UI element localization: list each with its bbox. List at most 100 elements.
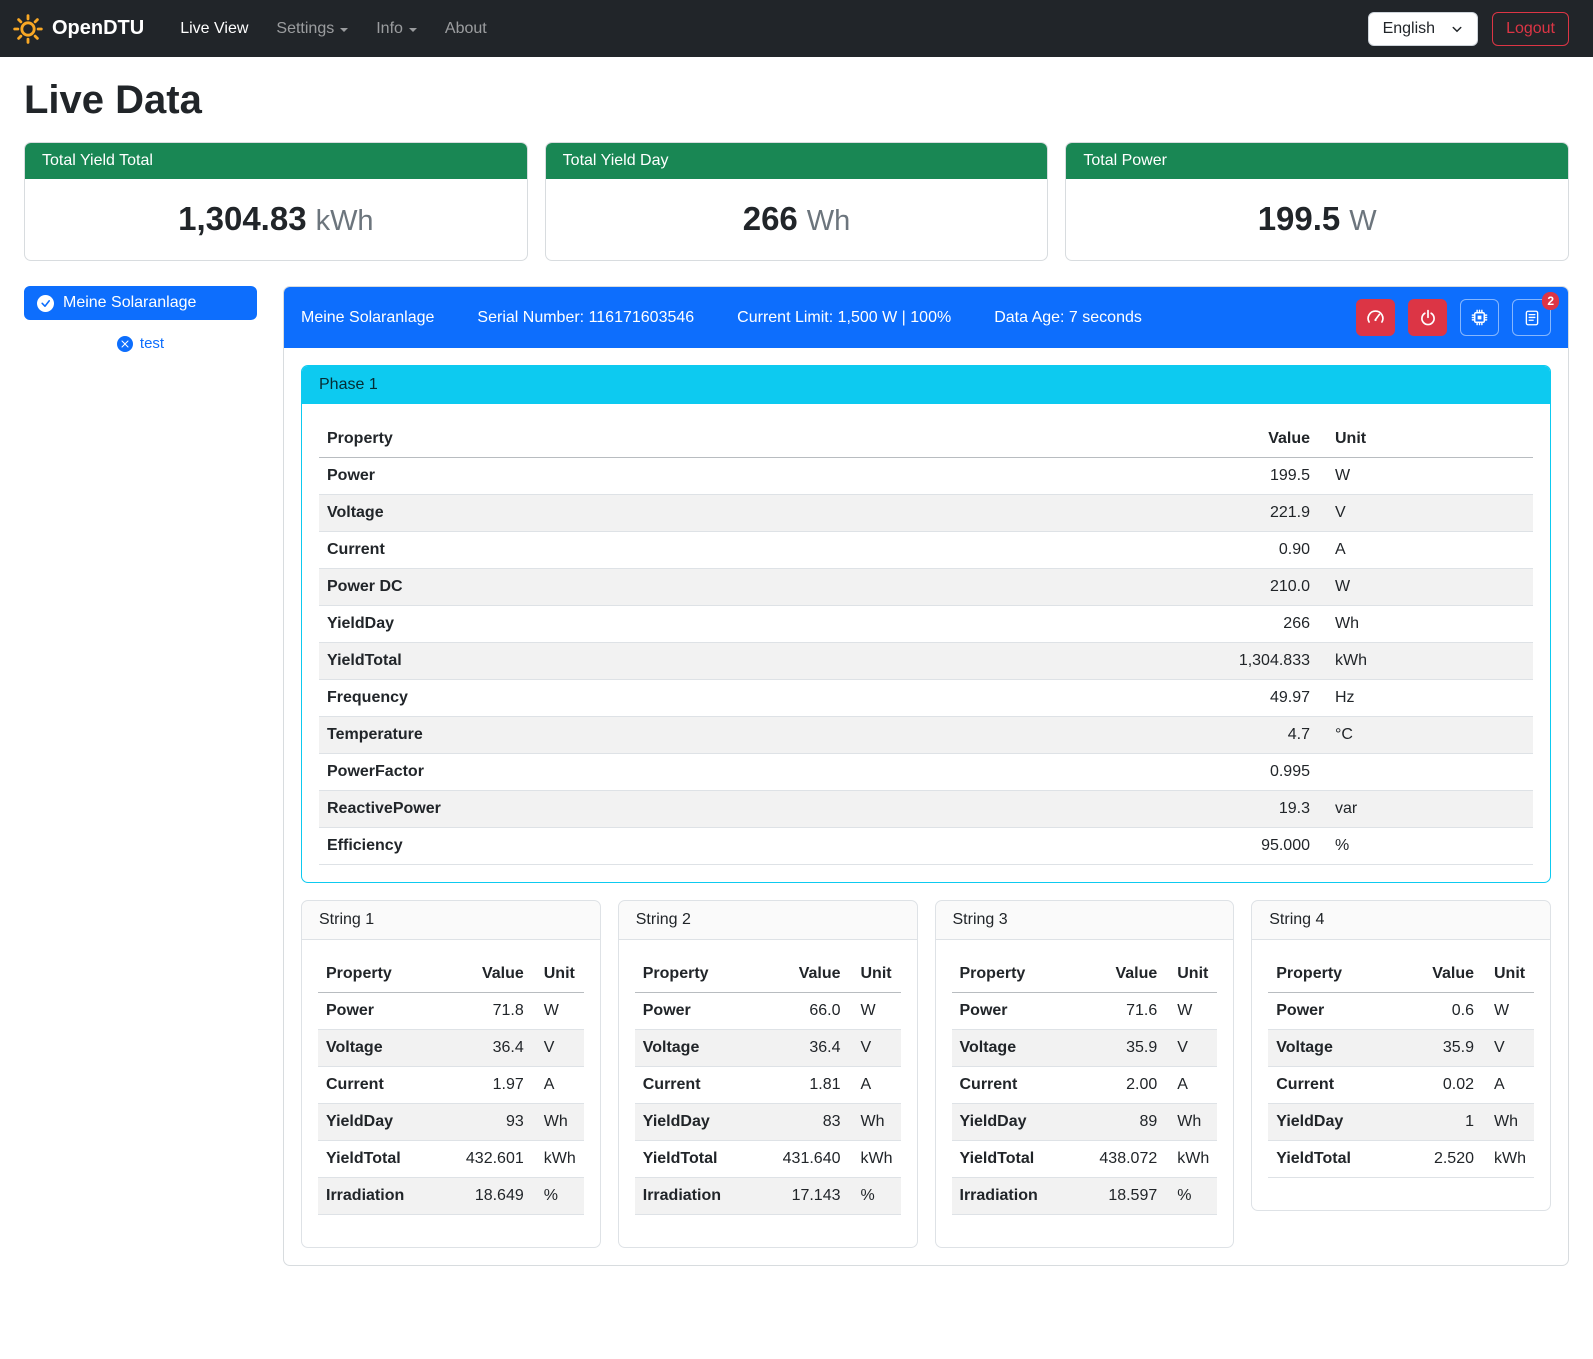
string-table: Property Value Unit (318, 956, 584, 1215)
event-log-button[interactable]: 2 (1512, 299, 1551, 336)
table-row: Power 0.6 W (1268, 993, 1534, 1030)
unit-cell: W (1318, 569, 1533, 606)
property-cell: YieldDay (319, 606, 1198, 643)
nav-item-settings[interactable]: Settings (262, 12, 362, 46)
property-cell: Irradiation (635, 1178, 775, 1215)
event-count-badge: 2 (1542, 292, 1559, 310)
column-header-property: Property (319, 421, 1198, 458)
table-header-row: Property Value Unit (952, 956, 1218, 993)
unit-cell: Wh (1318, 606, 1533, 643)
table-row: YieldDay 266 Wh (319, 606, 1533, 643)
string-body: Property Value Unit (302, 940, 600, 1247)
column-header-unit: Unit (532, 956, 584, 993)
brand-label: OpenDTU (52, 17, 144, 40)
value-cell: 221.9 (1198, 495, 1318, 532)
summary-card-total-yield-day: Total Yield Day 266Wh (545, 142, 1049, 261)
value-cell: 2.520 (1410, 1141, 1482, 1178)
unit-cell: °C (1318, 717, 1533, 754)
table-row: YieldDay 83 Wh (635, 1104, 901, 1141)
power-toggle-button[interactable] (1408, 299, 1447, 336)
phase-table-body: Power 199.5 W Voltage 221.9 V (319, 458, 1533, 865)
string-card-3: String 3 Property Value Unit (935, 900, 1235, 1248)
property-cell: Voltage (1268, 1030, 1410, 1067)
unit-cell: W (1482, 993, 1534, 1030)
phase-title: Phase 1 (302, 366, 1550, 404)
value-cell: 4.7 (1198, 717, 1318, 754)
column-header-unit: Unit (1482, 956, 1534, 993)
table-row: Efficiency 95.000 % (319, 828, 1533, 865)
inverter-panel-header: Meine Solaranlage Serial Number: 1161716… (284, 287, 1568, 348)
summary-card-body: 199.5W (1066, 179, 1568, 260)
sidebar-item-test[interactable]: test (24, 335, 257, 352)
brand-link[interactable]: OpenDTU (13, 14, 144, 44)
x-circle-icon (117, 336, 133, 352)
inverter-limit: Current Limit: 1,500 W | 100% (737, 309, 951, 327)
content-row: Meine Solaranlage test Meine Solaranlage… (24, 286, 1569, 1266)
column-header-value: Value (1198, 421, 1318, 458)
logout-button[interactable]: Logout (1492, 12, 1569, 46)
cpu-chip-icon (1470, 308, 1489, 327)
value-cell: 71.8 (458, 993, 532, 1030)
unit-cell: kWh (532, 1141, 584, 1178)
unit-cell: kWh (1318, 643, 1533, 680)
limit-settings-button[interactable] (1356, 299, 1395, 336)
value-cell: 93 (458, 1104, 532, 1141)
column-header-value: Value (458, 956, 532, 993)
table-row: Power 66.0 W (635, 993, 901, 1030)
table-row: Power 71.6 W (952, 993, 1218, 1030)
string-table-body: Power 71.6 W Voltage 35.9 (952, 993, 1218, 1215)
property-cell: Voltage (318, 1030, 458, 1067)
string-card-1: String 1 Property Value Unit (301, 900, 601, 1248)
device-info-button[interactable] (1460, 299, 1499, 336)
unit-cell: kWh (1165, 1141, 1217, 1178)
sidebar-item-label: Meine Solaranlage (63, 294, 196, 312)
property-cell: YieldTotal (1268, 1141, 1410, 1178)
string-title: String 3 (936, 901, 1234, 940)
nav-item-label: Settings (276, 20, 334, 38)
value-cell: 18.649 (458, 1178, 532, 1215)
nav-item-label: Info (376, 20, 403, 38)
unit-cell: % (1318, 828, 1533, 865)
unit-cell: W (849, 993, 901, 1030)
property-cell: YieldTotal (318, 1141, 458, 1178)
table-row: Power 199.5 W (319, 458, 1533, 495)
value-cell: 19.3 (1198, 791, 1318, 828)
column-header-value: Value (1091, 956, 1165, 993)
property-cell: Current (952, 1067, 1092, 1104)
nav-item-live-view[interactable]: Live View (166, 12, 262, 46)
property-cell: YieldTotal (635, 1141, 775, 1178)
chevron-down-icon (1451, 23, 1463, 35)
property-cell: Efficiency (319, 828, 1198, 865)
table-row: PowerFactor 0.995 (319, 754, 1533, 791)
nav-links: Live View Settings Info About (166, 12, 501, 46)
value-cell: 0.02 (1410, 1067, 1482, 1104)
check-circle-icon (37, 295, 54, 312)
summary-card-total-yield-total: Total Yield Total 1,304.83kWh (24, 142, 528, 261)
summary-card-body: 266Wh (546, 179, 1048, 260)
property-cell: Power (319, 458, 1198, 495)
phase-body: Property Value Unit Power (302, 404, 1550, 882)
language-select[interactable]: English (1368, 12, 1478, 46)
table-row: YieldDay 1 Wh (1268, 1104, 1534, 1141)
value-cell: 89 (1091, 1104, 1165, 1141)
language-value: English (1383, 20, 1435, 38)
page: OpenDTU Live View Settings Info About En… (0, 0, 1593, 1359)
unit-cell: A (532, 1067, 584, 1104)
strings-row: String 1 Property Value Unit (301, 900, 1551, 1248)
string-table: Property Value Unit (952, 956, 1218, 1215)
inverter-actions: 2 (1356, 299, 1551, 336)
summary-value: 266 (743, 200, 798, 237)
property-cell: Power (1268, 993, 1410, 1030)
value-cell: 71.6 (1091, 993, 1165, 1030)
inverter-sidebar: Meine Solaranlage test (24, 286, 257, 352)
nav-item-info[interactable]: Info (362, 12, 431, 46)
inverter-panel-body: Phase 1 Property Value Unit (284, 348, 1568, 1265)
event-log-icon (1523, 309, 1541, 327)
property-cell: Irradiation (318, 1178, 458, 1215)
column-header-unit: Unit (849, 956, 901, 993)
inverter-data-age: Data Age: 7 seconds (994, 309, 1142, 327)
nav-item-about[interactable]: About (431, 12, 501, 46)
summary-cards-row: Total Yield Total 1,304.83kWh Total Yiel… (24, 142, 1569, 261)
sidebar-item-meine-solaranlage[interactable]: Meine Solaranlage (24, 286, 257, 320)
table-row: Power DC 210.0 W (319, 569, 1533, 606)
